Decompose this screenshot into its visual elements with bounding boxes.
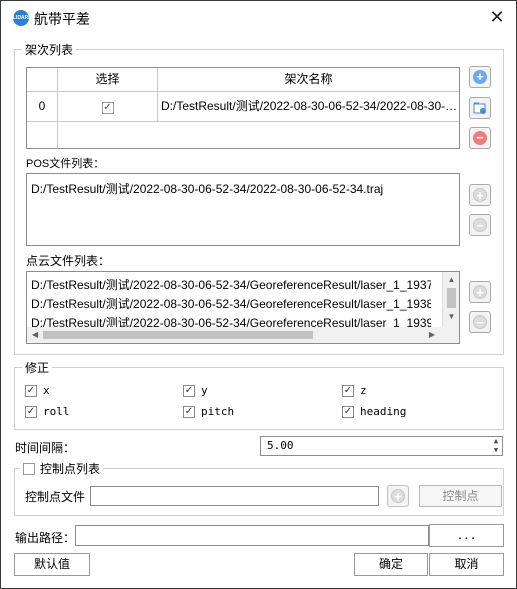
correction-z-checkbox[interactable]: ✓ z: [342, 384, 367, 397]
scroll-down-icon[interactable]: ▼: [443, 312, 459, 321]
frames-group-legend: 架次列表: [22, 41, 77, 58]
control-group-header[interactable]: 控制点列表: [20, 460, 104, 477]
list-item[interactable]: D:/TestResult/测试/2022-08-30-06-52-34/Geo…: [31, 295, 431, 312]
add-frame-button[interactable]: +: [469, 66, 491, 88]
minus-icon: −: [473, 218, 487, 232]
title-bar[interactable]: LIDARMW 航带平差 ✕: [1, 1, 516, 33]
horizontal-scroll-thumb[interactable]: [43, 331, 313, 339]
table-header-index: [27, 68, 58, 92]
close-button[interactable]: ✕: [486, 6, 508, 28]
correction-pitch-checkbox[interactable]: ✓ pitch: [183, 405, 234, 418]
checkbox-check-icon: ✓: [342, 405, 354, 418]
add-pointcloud-button[interactable]: +: [469, 281, 491, 303]
control-group-legend: 控制点列表: [40, 462, 101, 476]
plus-icon: +: [473, 70, 487, 84]
import-frame-button[interactable]: [469, 97, 491, 119]
control-point-button[interactable]: 控制点: [419, 485, 502, 507]
spinbox-arrows[interactable]: ▲ ▼: [490, 437, 502, 455]
control-enable-checkbox[interactable]: [23, 462, 35, 475]
checkbox-check-icon: ✓: [25, 384, 37, 397]
checkbox-label: pitch: [201, 405, 235, 418]
remove-pointcloud-button[interactable]: −: [469, 311, 491, 333]
cancel-button[interactable]: 取消: [429, 553, 504, 576]
checkbox-label: z: [360, 384, 367, 397]
plus-icon: +: [391, 489, 405, 503]
minus-icon: −: [473, 131, 487, 145]
control-file-input[interactable]: [90, 486, 379, 506]
checkbox-label: x: [43, 384, 50, 397]
plus-icon: +: [473, 285, 487, 299]
checkbox-label: heading: [360, 405, 407, 418]
dialog-window: LIDARMW 航带平差 ✕ 架次列表 选择 架次名称 0 ✓ D:/TestR…: [0, 0, 517, 589]
browse-output-button[interactable]: ...: [429, 524, 504, 547]
minus-icon: −: [473, 315, 487, 329]
correction-x-checkbox[interactable]: ✓ x: [25, 384, 50, 397]
pointcloud-list-label: 点云文件列表：: [26, 254, 111, 268]
checkbox-label: roll: [43, 405, 70, 418]
correction-heading-checkbox[interactable]: ✓ heading: [342, 405, 406, 418]
ok-button[interactable]: 确定: [354, 553, 428, 576]
table-header-name[interactable]: 架次名称: [158, 68, 459, 92]
checkbox-check-icon: ✓: [183, 405, 195, 418]
spin-down-icon[interactable]: ▼: [490, 446, 502, 455]
correction-y-checkbox[interactable]: ✓ y: [183, 384, 208, 397]
remove-frame-button[interactable]: −: [469, 127, 491, 149]
checkbox-check-icon: ✓: [342, 384, 354, 397]
add-control-point-button[interactable]: +: [387, 485, 409, 507]
output-path-label: 输出路径：: [15, 531, 76, 545]
table-header-select[interactable]: 选择: [58, 68, 158, 92]
list-item[interactable]: D:/TestResult/测试/2022-08-30-06-52-34/202…: [31, 180, 383, 197]
frames-table[interactable]: 选择 架次名称 0 ✓ D:/TestResult/测试/2022-08-30-…: [26, 67, 460, 149]
plus-icon: +: [473, 188, 487, 202]
correction-group-legend: 修正: [22, 359, 53, 376]
scroll-corner: [442, 327, 459, 343]
remove-pos-button[interactable]: −: [469, 214, 491, 236]
table-row-select-cell[interactable]: ✓: [58, 92, 158, 122]
control-file-label: 控制点文件: [25, 490, 86, 504]
default-button[interactable]: 默认值: [14, 553, 90, 576]
output-path-input[interactable]: [75, 525, 429, 546]
pointcloud-vertical-scrollbar[interactable]: ▲ ▼: [442, 272, 459, 327]
table-empty-index: [27, 122, 58, 149]
app-logo-icon: LIDARMW: [13, 10, 37, 26]
table-row-index: 0: [27, 92, 58, 122]
spin-up-icon[interactable]: ▲: [490, 437, 502, 446]
folder-import-icon: [473, 101, 487, 115]
list-item[interactable]: D:/TestResult/测试/2022-08-30-06-52-34/Geo…: [31, 276, 431, 293]
vertical-scroll-thumb[interactable]: [447, 288, 456, 308]
correction-roll-checkbox[interactable]: ✓ roll: [25, 405, 70, 418]
interval-value: 5.00: [267, 439, 294, 452]
scroll-left-icon[interactable]: ◀: [29, 330, 41, 339]
pointcloud-file-list[interactable]: D:/TestResult/测试/2022-08-30-06-52-34/Geo…: [26, 271, 460, 344]
interval-spinbox[interactable]: 5.00 ▲ ▼: [260, 436, 503, 456]
interval-label: 时间间隔：: [15, 441, 76, 455]
row-select-checkbox[interactable]: ✓: [101, 102, 114, 114]
correction-group: [14, 367, 504, 430]
pos-list-label: POS文件列表：: [26, 158, 105, 170]
add-pos-button[interactable]: +: [469, 184, 491, 206]
checkbox-check-icon: ✓: [25, 405, 37, 418]
checkbox-label: y: [201, 384, 208, 397]
scroll-up-icon[interactable]: ▲: [443, 275, 459, 284]
checkbox-check-icon: ✓: [183, 384, 195, 397]
table-row-name[interactable]: D:/TestResult/测试/2022-08-30-06-52-34/202…: [158, 92, 459, 122]
window-title: 航带平差: [34, 11, 90, 27]
pointcloud-horizontal-scrollbar[interactable]: ◀ ▶: [27, 327, 442, 343]
pos-file-list[interactable]: D:/TestResult/测试/2022-08-30-06-52-34/202…: [26, 173, 460, 246]
scroll-right-icon[interactable]: ▶: [426, 330, 438, 339]
